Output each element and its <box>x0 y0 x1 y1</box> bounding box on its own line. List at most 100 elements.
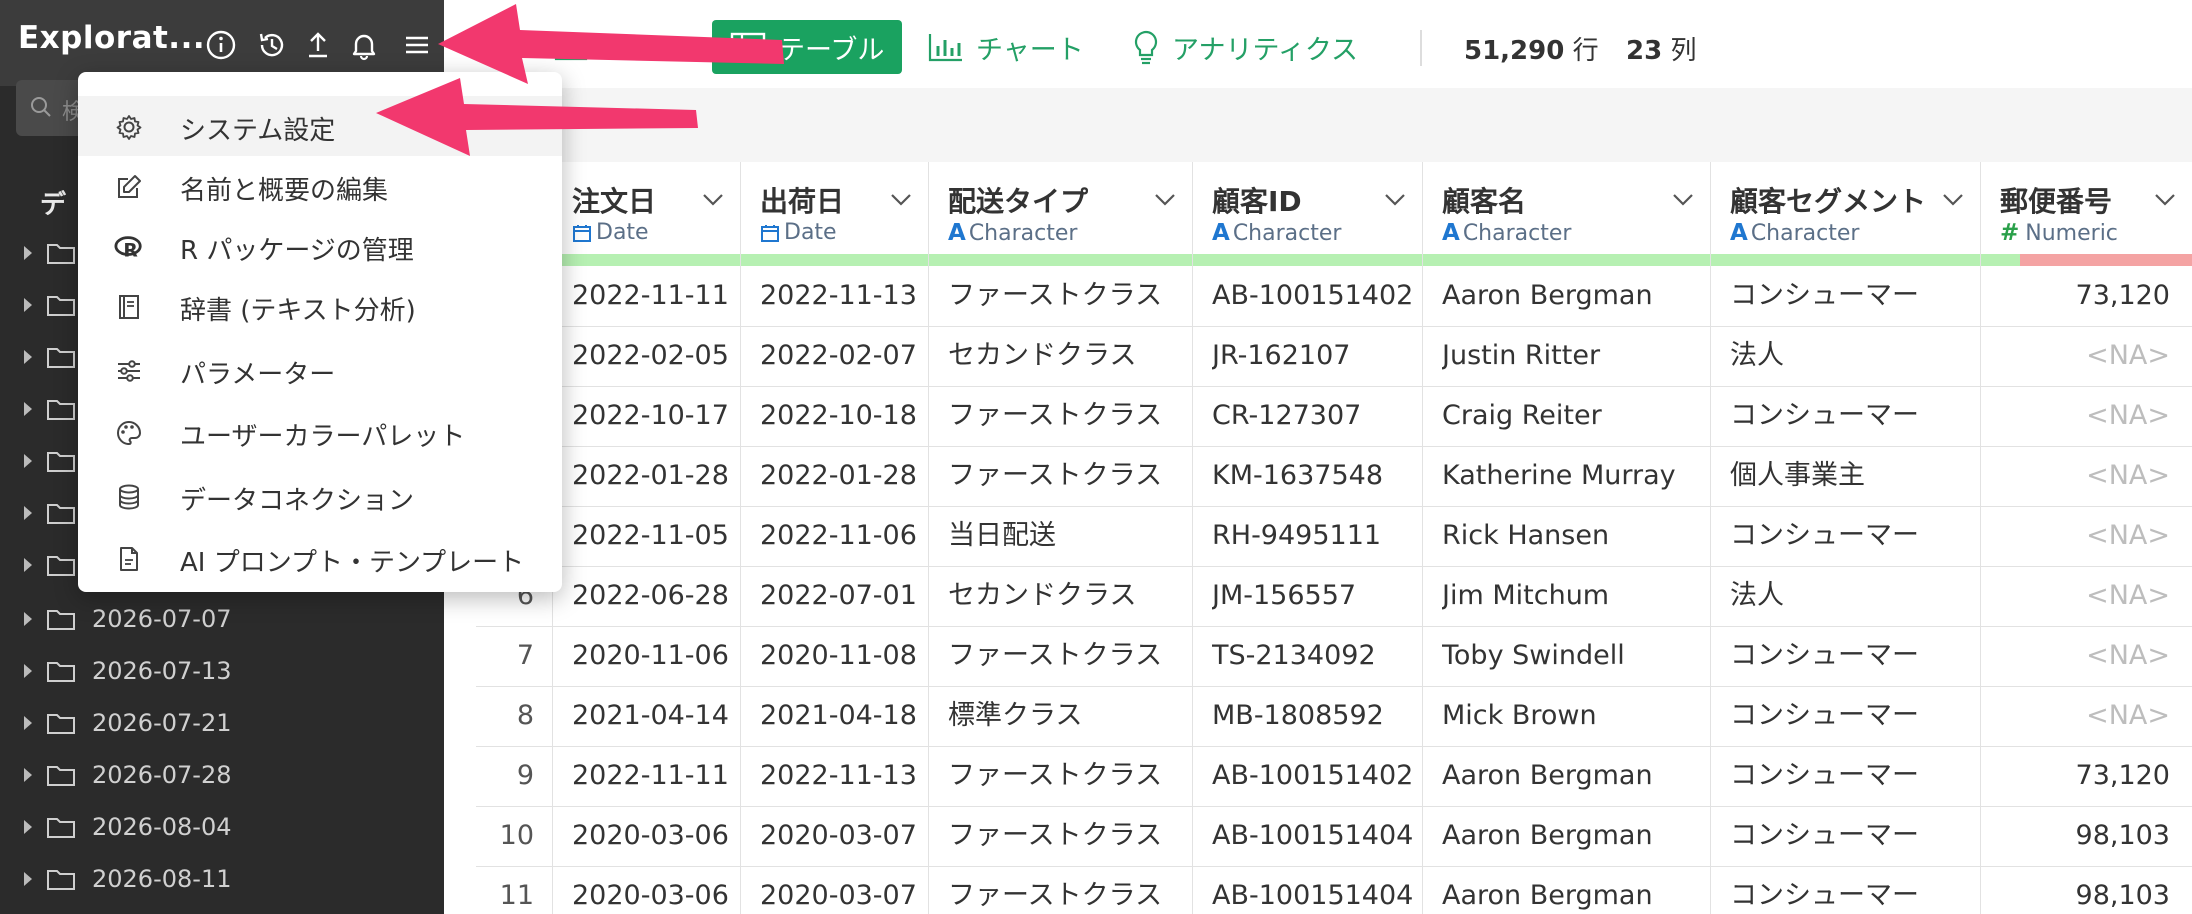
table-cell[interactable]: 98,103 <box>1980 866 2170 914</box>
table-cell[interactable]: 2022-11-13 <box>760 266 922 326</box>
table-cell[interactable]: ファーストクラス <box>948 866 1186 914</box>
table-cell[interactable]: RH-9495111 <box>1212 506 1416 566</box>
expand-arrow-icon[interactable] <box>24 716 32 730</box>
table-view-button[interactable]: テーブル <box>712 20 903 74</box>
menu-item-r-packages[interactable]: R R パッケージの管理 <box>78 216 562 276</box>
table-cell[interactable]: コンシューマー <box>1730 626 1974 686</box>
column-header[interactable]: 配送タイプ A Character <box>928 162 1193 254</box>
table-cell[interactable]: コンシューマー <box>1730 746 1974 806</box>
table-cell[interactable]: 2020-03-06 <box>572 866 734 914</box>
table-cell[interactable]: 2022-01-28 <box>572 446 734 506</box>
table-row[interactable]: 7 2020-11-06 2020-11-08 ファーストクラス TS-2134092 T… <box>476 626 2192 687</box>
menu-item-parameters[interactable]: パラメーター <box>78 340 562 400</box>
table-row[interactable]: 9 2022-11-11 2022-11-13 ファーストクラス AB-10015140… <box>476 746 2192 807</box>
table-cell[interactable]: コンシューマー <box>1730 266 1974 326</box>
table-cell[interactable]: 2020-03-06 <box>572 806 734 866</box>
table-cell[interactable]: 2020-03-07 <box>760 866 922 914</box>
table-cell[interactable]: 2022-07-01 <box>760 566 922 626</box>
expand-arrow-icon[interactable] <box>24 768 32 782</box>
column-header[interactable]: 郵便番号 # Numeric <box>1980 162 2192 254</box>
chart-view-button[interactable]: チャート <box>928 20 1084 74</box>
table-cell[interactable]: コンシューマー <box>1730 386 1974 446</box>
menu-item-ai-prompt-template[interactable]: AI プロンプト・テンプレート <box>78 528 562 588</box>
table-cell[interactable]: <NA> <box>1980 626 2170 686</box>
bell-icon[interactable] <box>345 26 383 64</box>
table-cell[interactable]: 2022-11-06 <box>760 506 922 566</box>
table-cell[interactable]: 2020-11-08 <box>760 626 922 686</box>
table-cell[interactable]: AB-100151404 <box>1212 866 1416 914</box>
chevron-down-icon[interactable] <box>702 192 724 211</box>
table-cell[interactable]: AB-100151404 <box>1212 806 1416 866</box>
table-cell[interactable]: 法人 <box>1730 566 1974 626</box>
column-header[interactable]: 注文日 Date <box>552 162 741 254</box>
info-icon[interactable] <box>202 26 240 64</box>
folder-item[interactable]: 2026-07-21 <box>24 698 231 748</box>
table-cell[interactable]: <NA> <box>1980 566 2170 626</box>
table-cell[interactable]: ファーストクラス <box>948 446 1186 506</box>
table-cell[interactable]: JM-156557 <box>1212 566 1416 626</box>
table-cell[interactable]: KM-1637548 <box>1212 446 1416 506</box>
expand-arrow-icon[interactable] <box>24 664 32 678</box>
table-row[interactable]: 2022-11-11 2022-11-13 ファーストクラス AB-100151402… <box>476 266 2192 327</box>
table-cell[interactable]: CR-127307 <box>1212 386 1416 446</box>
column-header[interactable]: 出荷日 Date <box>740 162 929 254</box>
expand-arrow-icon[interactable] <box>24 246 32 260</box>
folder-item[interactable]: 2026-07-13 <box>24 646 231 696</box>
table-cell[interactable]: 2022-11-11 <box>572 746 734 806</box>
table-cell[interactable]: 2022-11-13 <box>760 746 922 806</box>
table-cell[interactable]: Rick Hansen <box>1442 506 1704 566</box>
chevron-down-icon[interactable] <box>1154 192 1176 211</box>
table-cell[interactable]: Mick Brown <box>1442 686 1704 746</box>
table-cell[interactable]: ファーストクラス <box>948 746 1186 806</box>
expand-arrow-icon[interactable] <box>24 298 32 312</box>
folder-item[interactable]: 2026-07-28 <box>24 750 231 800</box>
table-cell[interactable]: 個人事業主 <box>1730 446 1974 506</box>
table-cell[interactable]: <NA> <box>1980 386 2170 446</box>
table-cell[interactable]: JR-162107 <box>1212 326 1416 386</box>
table-row[interactable]: 2022-10-17 2022-10-18 ファーストクラス CR-127307 Cra… <box>476 386 2192 447</box>
summary-view-button[interactable]: ス マ <box>554 20 663 74</box>
table-cell[interactable]: 2022-11-05 <box>572 506 734 566</box>
table-row[interactable]: 2022-11-05 2022-11-06 当日配送 RH-9495111 Rick H… <box>476 506 2192 567</box>
table-cell[interactable]: Katherine Murray <box>1442 446 1704 506</box>
table-cell[interactable]: 2022-01-28 <box>760 446 922 506</box>
table-row[interactable]: 10 2020-03-06 2020-03-07 ファーストクラス AB-1001514… <box>476 806 2192 867</box>
table-cell[interactable]: Aaron Bergman <box>1442 746 1704 806</box>
table-cell[interactable]: 2022-11-11 <box>572 266 734 326</box>
table-cell[interactable]: ファーストクラス <box>948 266 1186 326</box>
table-cell[interactable]: コンシューマー <box>1730 866 1974 914</box>
table-cell[interactable]: <NA> <box>1980 446 2170 506</box>
table-cell[interactable]: コンシューマー <box>1730 806 1974 866</box>
table-cell[interactable]: コンシューマー <box>1730 506 1974 566</box>
expand-arrow-icon[interactable] <box>24 350 32 364</box>
table-cell[interactable]: 2021-04-18 <box>760 686 922 746</box>
expand-arrow-icon[interactable] <box>24 820 32 834</box>
table-cell[interactable]: 2022-10-17 <box>572 386 734 446</box>
table-cell[interactable]: Toby Swindell <box>1442 626 1704 686</box>
table-cell[interactable]: <NA> <box>1980 686 2170 746</box>
menu-item-edit-name[interactable]: 名前と概要の編集 <box>78 156 562 216</box>
expand-arrow-icon[interactable] <box>24 612 32 626</box>
table-cell[interactable]: 2022-06-28 <box>572 566 734 626</box>
table-cell[interactable]: セカンドクラス <box>948 566 1186 626</box>
column-header[interactable]: 顧客ID A Character <box>1192 162 1423 254</box>
expand-arrow-icon[interactable] <box>24 402 32 416</box>
expand-arrow-icon[interactable] <box>24 872 32 886</box>
project-title[interactable]: Explorat... <box>18 20 205 56</box>
menu-item-color-palette[interactable]: ユーザーカラーパレット <box>78 402 562 462</box>
table-cell[interactable]: 当日配送 <box>948 506 1186 566</box>
table-cell[interactable]: Jim Mitchum <box>1442 566 1704 626</box>
expand-arrow-icon[interactable] <box>24 506 32 520</box>
table-cell[interactable]: AB-100151402 <box>1212 266 1416 326</box>
table-cell[interactable]: 73,120 <box>1980 746 2170 806</box>
table-cell[interactable]: 法人 <box>1730 326 1974 386</box>
folder-item[interactable]: 2026-08-04 <box>24 802 231 852</box>
table-row[interactable]: 2022-02-05 2022-02-07 セカンドクラス JR-162107 Just… <box>476 326 2192 387</box>
upload-icon[interactable] <box>299 26 337 64</box>
table-cell[interactable]: <NA> <box>1980 506 2170 566</box>
table-cell[interactable]: Aaron Bergman <box>1442 806 1704 866</box>
table-cell[interactable]: ファーストクラス <box>948 806 1186 866</box>
table-cell[interactable]: 2022-02-07 <box>760 326 922 386</box>
chevron-down-icon[interactable] <box>1384 192 1406 211</box>
menu-item-data-connection[interactable]: データコネクション <box>78 466 562 526</box>
